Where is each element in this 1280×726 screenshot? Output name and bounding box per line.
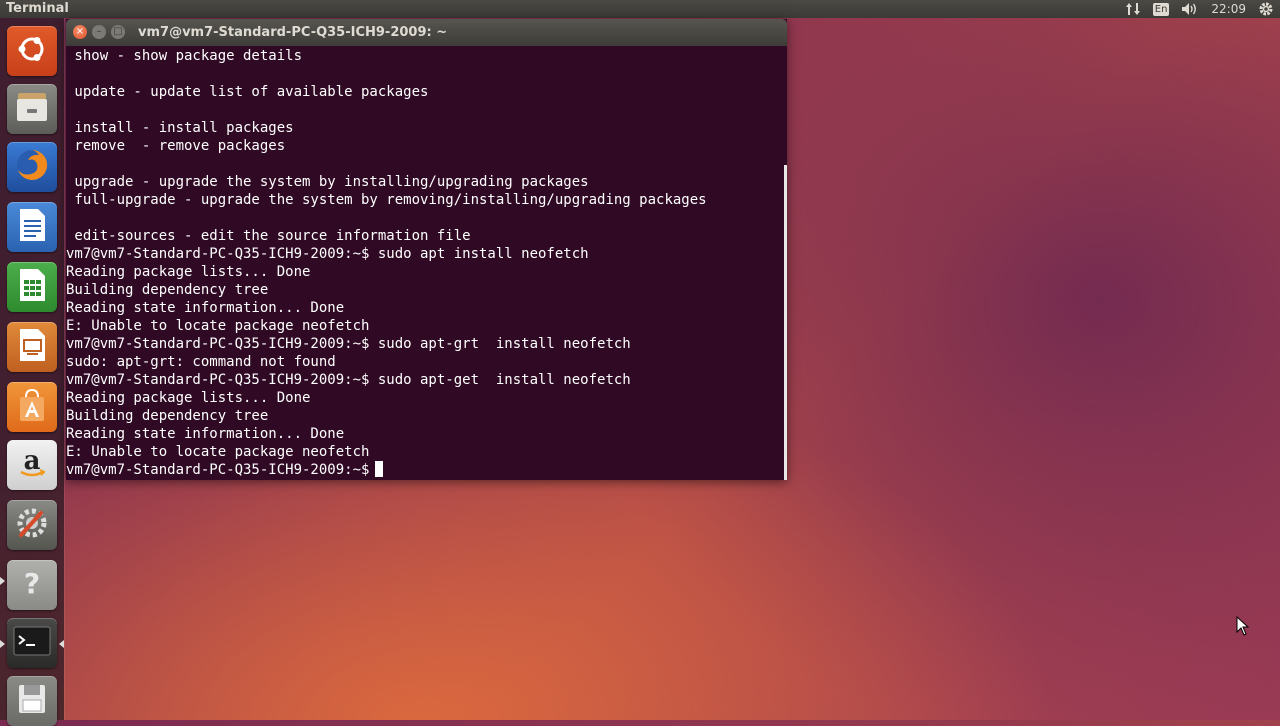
launcher-libreoffice-impress[interactable]: [7, 322, 57, 372]
firefox-icon: [13, 146, 51, 188]
terminal-line: Building dependency tree: [66, 282, 269, 298]
terminal-line: install - install packages: [66, 120, 294, 136]
terminal-line: edit-sources - edit the source informati…: [66, 228, 471, 244]
launcher-system-settings[interactable]: [7, 500, 57, 550]
mouse-pointer-icon: [1236, 615, 1250, 640]
indicator-area: En 22:09: [1125, 0, 1274, 18]
amazon-icon: a: [14, 445, 50, 485]
terminal-prompt-icon: [13, 626, 51, 660]
impress-presentation-icon: [15, 327, 49, 367]
terminal-line: show - show package details: [66, 48, 303, 64]
top-panel: Terminal En 22:09: [0, 0, 1280, 18]
launcher-libreoffice-writer[interactable]: [7, 202, 57, 252]
terminal-line: vm7@vm7-Standard-PC-Q35-ICH9-2009:~$ sud…: [66, 336, 631, 352]
terminal-line: update - update list of available packag…: [66, 84, 429, 100]
clock[interactable]: 22:09: [1211, 0, 1246, 18]
launcher-ubuntu-software[interactable]: [7, 382, 57, 432]
terminal-line: vm7@vm7-Standard-PC-Q35-ICH9-2009:~$ sud…: [66, 246, 589, 262]
terminal-output[interactable]: show - show package details update - upd…: [66, 46, 787, 480]
maximize-button[interactable]: □: [111, 25, 125, 39]
terminal-line: Building dependency tree: [66, 408, 269, 424]
calc-spreadsheet-icon: [15, 267, 49, 307]
terminal-line: full-upgrade - upgrade the system by rem…: [66, 192, 707, 208]
launcher-terminal[interactable]: [7, 618, 57, 668]
network-updown-icon[interactable]: [1125, 0, 1141, 18]
launcher-libreoffice-calc[interactable]: [7, 262, 57, 312]
svg-text:a: a: [24, 446, 41, 476]
terminal-window: × – □ vm7@vm7-Standard-PC-Q35-ICH9-2009:…: [66, 19, 787, 480]
file-cabinet-icon: [14, 89, 50, 129]
writer-document-icon: [15, 207, 49, 247]
keyboard-icon[interactable]: En: [1152, 0, 1170, 18]
window-titlebar[interactable]: × – □ vm7@vm7-Standard-PC-Q35-ICH9-2009:…: [66, 19, 787, 46]
session-gear-icon[interactable]: [1258, 0, 1274, 18]
minimize-button[interactable]: –: [92, 25, 106, 39]
window-title: vm7@vm7-Standard-PC-Q35-ICH9-2009: ~: [138, 25, 448, 40]
terminal-line: sudo: apt-grt: command not found: [66, 354, 336, 370]
shell-prompt: vm7@vm7-Standard-PC-Q35-ICH9-2009:~$: [66, 462, 370, 478]
launcher-files[interactable]: [7, 84, 57, 134]
help-question-icon: ?: [15, 565, 49, 605]
terminal-scrollbar[interactable]: [784, 165, 787, 480]
launcher-help[interactable]: ?: [7, 560, 57, 610]
close-button[interactable]: ×: [73, 25, 87, 39]
launcher: a ?: [0, 18, 64, 726]
running-indicator-icon: [0, 640, 5, 648]
launcher-amazon[interactable]: a: [7, 440, 57, 490]
running-indicator-icon: [0, 577, 5, 585]
terminal-line: Reading package lists... Done: [66, 390, 311, 406]
software-center-bag-icon: [15, 387, 49, 427]
launcher-drive[interactable]: [7, 676, 57, 726]
active-app-title: Terminal: [6, 1, 69, 16]
terminal-line: vm7@vm7-Standard-PC-Q35-ICH9-2009:~$ sud…: [66, 372, 631, 388]
terminal-line: Reading state information... Done: [66, 300, 345, 316]
text-cursor: [375, 461, 384, 477]
launcher-ubuntu-dash[interactable]: [7, 26, 57, 76]
terminal-line: Reading package lists... Done: [66, 264, 311, 280]
terminal-line: upgrade - upgrade the system by installi…: [66, 174, 589, 190]
volume-icon[interactable]: [1181, 0, 1199, 18]
terminal-line: Reading state information... Done: [66, 426, 345, 442]
ubuntu-logo-icon: [15, 32, 49, 70]
prompt-line[interactable]: vm7@vm7-Standard-PC-Q35-ICH9-2009:~$: [66, 461, 384, 479]
launcher-firefox[interactable]: [7, 142, 57, 192]
svg-text:?: ?: [24, 567, 40, 600]
terminal-line: E: Unable to locate package neofetch: [66, 318, 370, 334]
floppy-drive-icon: [15, 681, 49, 721]
keyboard-layout-label: En: [1152, 2, 1170, 16]
settings-wrench-icon: [13, 504, 51, 546]
focused-indicator-icon: [59, 640, 64, 648]
terminal-line: E: Unable to locate package neofetch: [66, 444, 370, 460]
terminal-line: remove - remove packages: [66, 138, 286, 154]
